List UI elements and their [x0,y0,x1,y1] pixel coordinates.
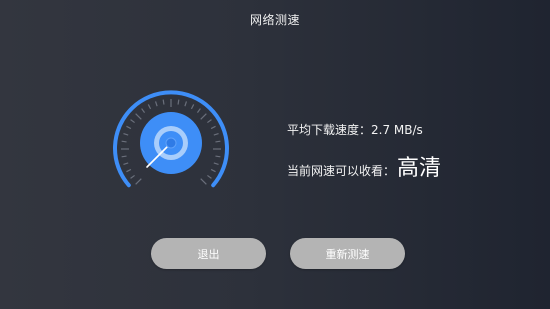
gauge-tick [207,119,212,124]
gauge-tick [210,125,216,130]
gauge-tick [130,119,135,124]
exit-button-label: 退出 [197,247,220,261]
gauge-tick [213,162,219,166]
gauge-tick [196,108,201,113]
gauge-tick [126,125,132,130]
retest-button-label: 重新测速 [325,247,370,261]
gauge-tick [162,99,165,105]
gauge-tick [123,162,129,166]
gauge-tick [200,178,207,185]
gauge-tick [130,174,135,179]
gauge-tick [190,104,195,110]
gauge-tick [215,155,221,158]
gauge-tick [213,132,219,136]
gauge-tick [141,108,146,113]
gauge-tick [147,104,152,110]
gauge-hub [165,137,177,149]
gauge-tick [126,168,132,173]
speed-label: 平均下载速度： [287,123,372,137]
gauge-tick [121,140,127,143]
gauge-tick [207,174,212,179]
gauge-tick [210,168,216,173]
exit-button[interactable]: 退出 [151,238,266,269]
gauge-tick [184,101,188,107]
quality-value: 高清 [397,156,442,181]
retest-button[interactable]: 重新测速 [290,238,405,269]
speed-value: 2.7 MB/s [371,123,423,137]
gauge-tick [135,113,142,120]
gauge-tick [200,113,207,120]
page-title: 网络测速 [249,13,300,27]
average-speed: 平均下载速度：2.7 MB/s [287,121,423,138]
gauge-tick [177,99,180,105]
gauge-tick [121,155,127,158]
playable-quality: 当前网速可以收看： 高清 [287,150,441,182]
gauge-tick [123,132,129,136]
gauge-tick [154,101,158,107]
gauge-tick [215,140,221,143]
speedometer-icon [113,90,229,188]
speedometer-gauge [108,86,234,212]
gauge-tick [135,178,142,185]
quality-label: 当前网速可以收看： [287,164,396,178]
